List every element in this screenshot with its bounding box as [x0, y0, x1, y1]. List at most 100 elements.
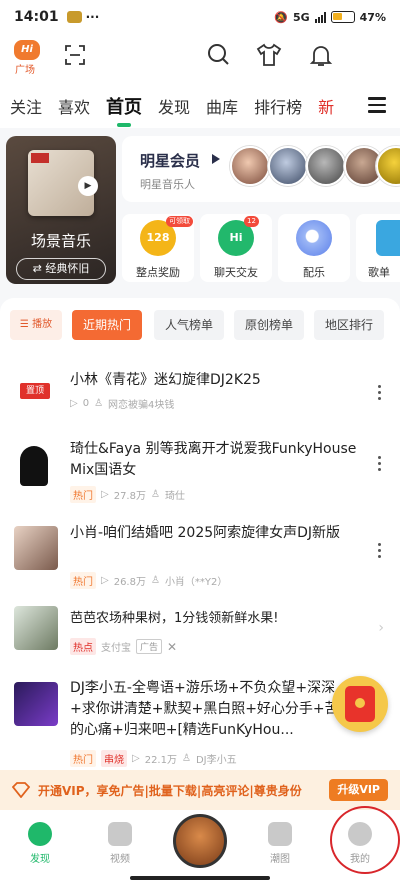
menu-icon[interactable]	[366, 97, 386, 113]
avatar[interactable]	[376, 146, 400, 186]
tab-follow[interactable]: 关注	[10, 94, 42, 118]
diamond-icon	[12, 782, 30, 798]
star-member-card[interactable]: 明星会员 明星音乐人	[122, 136, 400, 202]
chat-friends-button[interactable]: Hi 12 聊天交友	[200, 214, 272, 282]
soundtrack-button[interactable]: 配乐	[278, 214, 350, 282]
top-bar: Hi 广场	[0, 34, 400, 84]
hourly-reward-button[interactable]: 128 可领取 整点奖励	[122, 214, 194, 282]
tab-like[interactable]: 喜欢	[58, 94, 90, 118]
more-notifications-icon: ···	[85, 10, 100, 24]
avatar[interactable]	[268, 146, 308, 186]
album-art: ▶	[28, 150, 98, 216]
list-item[interactable]: 小肖-咱们结婚吧 2025阿索旋律女声DJ新版 热门 ▷ 26.8万 ♙ 小肖（…	[0, 510, 400, 594]
song-title: 小肖-咱们结婚吧 2025阿索旋律女声DJ新版	[70, 525, 341, 541]
unread-count-badge: 12	[244, 216, 259, 227]
now-playing-avatar[interactable]	[173, 814, 227, 868]
play-count-icon: ▷	[101, 489, 109, 500]
vip-text: 开通VIP，享免广告|批量下载|高亮评论|尊贵身份	[38, 783, 302, 798]
song-thumbnail	[14, 442, 58, 486]
user-icon: ♙	[181, 753, 191, 764]
star-subtitle: 明星音乐人	[140, 178, 195, 191]
claimable-tag: 可领取	[166, 216, 193, 227]
play-count-icon: ▷	[101, 575, 109, 586]
signal-icon	[314, 11, 326, 23]
play-all-button[interactable]: ☰ 播放	[10, 310, 62, 340]
ad-item[interactable]: 芭芭农场种果树，1分钱领新鲜水果! 热点 支付宝 广告 ✕ ›	[0, 594, 400, 664]
play-icon[interactable]: ▶	[78, 176, 98, 196]
search-icon[interactable]	[206, 42, 232, 68]
tab-home[interactable]: 首页	[106, 93, 142, 127]
more-options-icon[interactable]	[378, 543, 382, 559]
skin-shirt-icon[interactable]	[256, 42, 282, 68]
scene-title: 场景音乐	[30, 232, 91, 250]
upgrade-vip-button[interactable]: 升级VIP	[329, 779, 388, 801]
battery-percent: 47%	[359, 10, 386, 24]
avatar[interactable]	[306, 146, 346, 186]
filter-region[interactable]: 地区排行	[314, 310, 384, 340]
hot-tag: 热门	[70, 486, 96, 503]
user-icon: ♙	[150, 575, 160, 586]
nav-trendy-images[interactable]: 潮图	[250, 818, 310, 865]
ad-title: 芭芭农场种果树，1分钱领新鲜水果!	[70, 611, 279, 626]
ad-label: 广告	[136, 639, 163, 654]
song-thumbnail	[14, 682, 58, 726]
avatar[interactable]	[230, 146, 270, 186]
hot-tag: 热门	[70, 572, 96, 589]
app-notification-icon	[66, 11, 82, 23]
filter-original[interactable]: 原创榜单	[234, 310, 304, 340]
home-indicator[interactable]	[130, 876, 270, 880]
filter-recent-hot[interactable]: 近期热门	[72, 310, 142, 340]
pinned-tag: 置顶	[20, 383, 50, 399]
discover-music-icon	[28, 822, 52, 846]
square-logo-icon[interactable]: Hi	[14, 40, 40, 60]
medley-tag: 串烧	[101, 750, 127, 767]
more-options-icon[interactable]	[378, 456, 382, 472]
more-options-icon[interactable]	[378, 385, 382, 401]
bell-icon[interactable]	[308, 42, 334, 68]
nav-discover[interactable]: 发现	[10, 818, 70, 865]
status-bar: 14:01 ··· 🔕 5G 47%	[0, 0, 400, 34]
play-triangle-icon	[212, 154, 220, 164]
red-envelope-float-button[interactable]	[332, 676, 388, 732]
classic-nostalgia-button[interactable]: ⇄ 经典怀旧	[16, 258, 106, 280]
network-label: 5G	[292, 10, 310, 24]
video-icon	[108, 822, 132, 846]
playlist-icon	[376, 220, 400, 256]
playlist-button[interactable]: 歌单	[356, 214, 400, 282]
user-icon: ♙	[94, 398, 104, 409]
nav-video[interactable]: 视频	[90, 818, 150, 865]
list-item[interactable]: 置顶 小林《青花》迷幻旋律DJ2K25 ▷ 0 ♙ 网恋被骗4块钱	[0, 352, 400, 430]
app-screen: 14:01 ··· 🔕 5G 47% Hi 广场 关注 喜欢 首页 发现 曲库 …	[0, 0, 400, 889]
hot-tag: 热门	[70, 750, 96, 767]
filter-row: ☰ 播放 近期热门 人气榜单 原创榜单 地区排行	[0, 298, 400, 352]
scan-icon[interactable]	[64, 44, 86, 66]
battery-icon	[330, 11, 355, 23]
filter-popular[interactable]: 人气榜单	[154, 310, 224, 340]
song-thumbnail	[14, 526, 58, 570]
top-tabs: 关注 喜欢 首页 发现 曲库 排行榜 新	[0, 84, 400, 128]
play-count-icon: ▷	[70, 398, 78, 409]
close-icon[interactable]: ✕	[167, 640, 177, 654]
song-title: 小林《青花》迷幻旋律DJ2K25	[70, 372, 261, 388]
user-icon: ♙	[150, 489, 160, 500]
tab-library[interactable]: 曲库	[206, 94, 238, 118]
mute-icon: 🔕	[274, 10, 288, 24]
image-icon	[268, 822, 292, 846]
ad-thumbnail	[14, 606, 58, 650]
list-item[interactable]: 琦仕&Faya 别等我离开才说爱我FunkyHouse Mix国语女 热门 ▷ …	[0, 430, 400, 510]
tab-discover[interactable]: 发现	[158, 94, 190, 118]
chevron-right-icon[interactable]: ›	[378, 620, 384, 636]
scene-music-card[interactable]: ▶ 场景音乐 ⇄ 经典怀旧	[6, 136, 116, 284]
square-label[interactable]: 广场	[15, 61, 35, 76]
tab-new[interactable]: 新	[318, 94, 334, 118]
song-title: 琦仕&Faya 别等我离开才说爱我FunkyHouse Mix国语女	[70, 441, 357, 478]
red-envelope-icon	[345, 686, 375, 722]
highlight-circle-annotation	[330, 806, 400, 874]
status-time: 14:01	[14, 9, 59, 25]
play-count-icon: ▷	[132, 753, 140, 764]
tab-charts[interactable]: 排行榜	[254, 94, 302, 118]
vip-banner[interactable]: 开通VIP，享免广告|批量下载|高亮评论|尊贵身份 升级VIP	[0, 770, 400, 810]
soundtrack-icon	[296, 220, 332, 256]
star-title: 明星会员	[140, 152, 201, 170]
feature-area: ▶ 场景音乐 ⇄ 经典怀旧 明星会员 明星音乐人 128 可领取 整点奖励 Hi…	[0, 128, 400, 293]
